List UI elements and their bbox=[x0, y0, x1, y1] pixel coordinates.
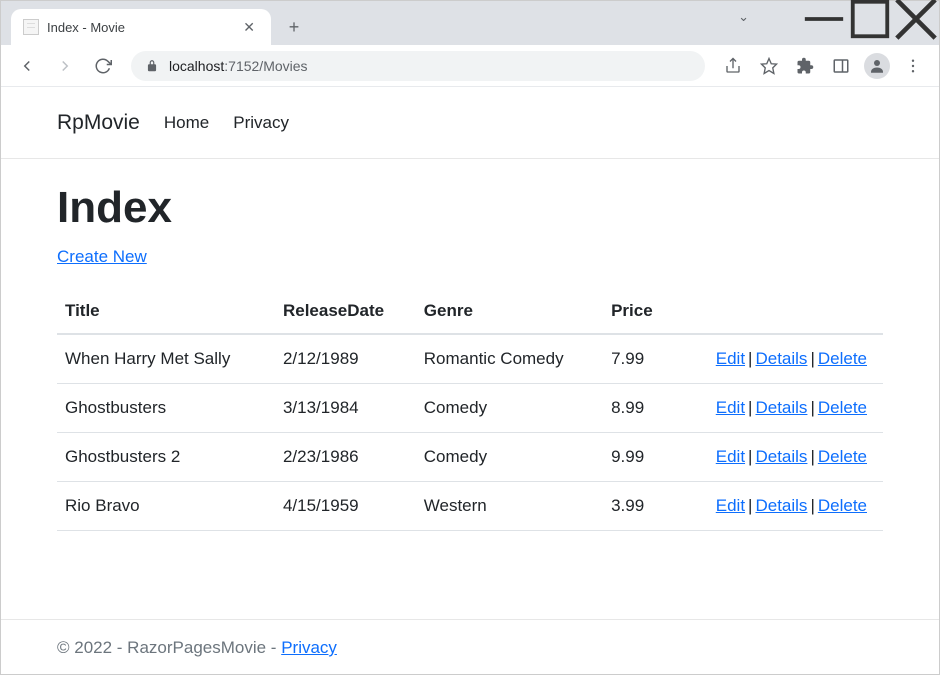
delete-link[interactable]: Delete bbox=[818, 349, 867, 368]
cell-releasedate: 2/23/1986 bbox=[275, 433, 416, 482]
details-link[interactable]: Details bbox=[755, 398, 807, 417]
reload-button[interactable] bbox=[87, 50, 119, 82]
forward-button[interactable] bbox=[49, 50, 81, 82]
url-host: localhost bbox=[169, 58, 224, 74]
browser-tab[interactable]: Index - Movie ✕ bbox=[11, 9, 271, 45]
share-icon[interactable] bbox=[717, 50, 749, 82]
details-link[interactable]: Details bbox=[755, 349, 807, 368]
window-titlebar: Index - Movie ✕ + ⌄ bbox=[1, 1, 939, 45]
maximize-button[interactable] bbox=[847, 1, 893, 36]
col-price: Price bbox=[603, 291, 672, 334]
app-navbar: RpMovie Home Privacy bbox=[1, 87, 939, 159]
cell-genre: Comedy bbox=[416, 433, 603, 482]
table-row: Ghostbusters 22/23/1986Comedy9.99Edit|De… bbox=[57, 433, 883, 482]
cell-actions: Edit|Details|Delete bbox=[672, 384, 883, 433]
cell-price: 3.99 bbox=[603, 482, 672, 531]
table-row: Rio Bravo4/15/1959Western3.99Edit|Detail… bbox=[57, 482, 883, 531]
col-title: Title bbox=[57, 291, 275, 334]
edit-link[interactable]: Edit bbox=[716, 349, 745, 368]
nav-link-privacy[interactable]: Privacy bbox=[233, 113, 289, 133]
cell-releasedate: 3/13/1984 bbox=[275, 384, 416, 433]
footer: © 2022 - RazorPagesMovie - Privacy bbox=[1, 619, 939, 676]
new-tab-button[interactable]: + bbox=[279, 12, 309, 42]
lock-icon bbox=[145, 59, 159, 73]
footer-text: © 2022 - RazorPagesMovie - bbox=[57, 638, 281, 657]
favicon bbox=[23, 19, 39, 35]
url-text: localhost:7152/Movies bbox=[169, 58, 308, 74]
profile-button[interactable] bbox=[861, 50, 893, 82]
cell-genre: Western bbox=[416, 482, 603, 531]
cell-releasedate: 4/15/1959 bbox=[275, 482, 416, 531]
col-genre: Genre bbox=[416, 291, 603, 334]
table-row: Ghostbusters3/13/1984Comedy8.99Edit|Deta… bbox=[57, 384, 883, 433]
cell-price: 9.99 bbox=[603, 433, 672, 482]
minimize-button[interactable] bbox=[801, 1, 847, 36]
chevron-down-icon[interactable]: ⌄ bbox=[738, 9, 749, 25]
footer-privacy-link[interactable]: Privacy bbox=[281, 638, 337, 657]
edit-link[interactable]: Edit bbox=[716, 496, 745, 515]
cell-title: When Harry Met Sally bbox=[57, 334, 275, 384]
edit-link[interactable]: Edit bbox=[716, 398, 745, 417]
avatar bbox=[864, 53, 890, 79]
url-path: :7152/Movies bbox=[224, 58, 307, 74]
movies-table: Title ReleaseDate Genre Price When Harry… bbox=[57, 291, 883, 531]
browser-toolbar: localhost:7152/Movies bbox=[1, 45, 939, 87]
cell-actions: Edit|Details|Delete bbox=[672, 334, 883, 384]
cell-price: 8.99 bbox=[603, 384, 672, 433]
create-new-link[interactable]: Create New bbox=[57, 247, 147, 267]
cell-title: Ghostbusters 2 bbox=[57, 433, 275, 482]
cell-actions: Edit|Details|Delete bbox=[672, 482, 883, 531]
window-controls bbox=[801, 1, 939, 36]
cell-releasedate: 2/12/1989 bbox=[275, 334, 416, 384]
brand[interactable]: RpMovie bbox=[57, 111, 140, 135]
back-button[interactable] bbox=[11, 50, 43, 82]
details-link[interactable]: Details bbox=[755, 447, 807, 466]
edit-link[interactable]: Edit bbox=[716, 447, 745, 466]
content: Index Create New Title ReleaseDate Genre… bbox=[1, 159, 939, 619]
address-bar[interactable]: localhost:7152/Movies bbox=[131, 51, 705, 81]
details-link[interactable]: Details bbox=[755, 496, 807, 515]
cell-price: 7.99 bbox=[603, 334, 672, 384]
star-icon[interactable] bbox=[753, 50, 785, 82]
page-title: Index bbox=[57, 183, 883, 233]
cell-genre: Comedy bbox=[416, 384, 603, 433]
cell-actions: Edit|Details|Delete bbox=[672, 433, 883, 482]
page: RpMovie Home Privacy Index Create New Ti… bbox=[1, 87, 939, 676]
tab-title: Index - Movie bbox=[47, 20, 239, 35]
col-releasedate: ReleaseDate bbox=[275, 291, 416, 334]
delete-link[interactable]: Delete bbox=[818, 398, 867, 417]
close-window-button[interactable] bbox=[893, 1, 939, 36]
cell-title: Ghostbusters bbox=[57, 384, 275, 433]
cell-genre: Romantic Comedy bbox=[416, 334, 603, 384]
delete-link[interactable]: Delete bbox=[818, 447, 867, 466]
delete-link[interactable]: Delete bbox=[818, 496, 867, 515]
table-row: When Harry Met Sally2/12/1989Romantic Co… bbox=[57, 334, 883, 384]
close-tab-icon[interactable]: ✕ bbox=[239, 15, 259, 40]
cell-title: Rio Bravo bbox=[57, 482, 275, 531]
col-actions bbox=[672, 291, 883, 334]
sidepanel-icon[interactable] bbox=[825, 50, 857, 82]
menu-icon[interactable] bbox=[897, 50, 929, 82]
nav-link-home[interactable]: Home bbox=[164, 113, 209, 133]
extensions-icon[interactable] bbox=[789, 50, 821, 82]
